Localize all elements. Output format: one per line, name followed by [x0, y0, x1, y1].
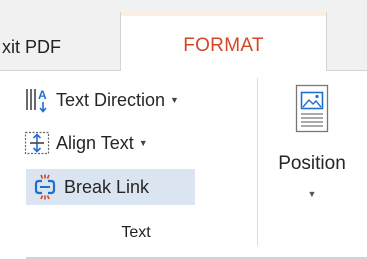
chevron-down-icon: ▼ [138, 138, 148, 148]
text-direction-label: Text Direction [56, 89, 166, 110]
tab-exit-pdf[interactable]: xit PDF [0, 30, 100, 64]
group-label-text: Text [121, 224, 151, 241]
text-direction-icon: A [22, 85, 52, 115]
align-text-label: Align Text [56, 132, 134, 153]
break-link-label: Break Link [64, 176, 150, 197]
break-link-button[interactable]: Break Link [26, 169, 195, 205]
tab-format-highlight [121, 12, 326, 16]
svg-text:A: A [38, 88, 47, 102]
chevron-down-icon: ▼ [170, 95, 179, 105]
align-text-button[interactable]: Align Text ▼ [22, 125, 148, 161]
group-separator [257, 78, 258, 246]
tab-format-label[interactable]: FORMAT [120, 28, 327, 64]
chevron-down-icon: ▼ [307, 189, 317, 199]
position-icon [293, 84, 331, 134]
align-text-icon [22, 128, 52, 158]
position-label: Position [278, 153, 346, 174]
text-direction-button[interactable]: A Text Direction ▼ [22, 82, 179, 118]
break-link-icon [30, 172, 60, 202]
